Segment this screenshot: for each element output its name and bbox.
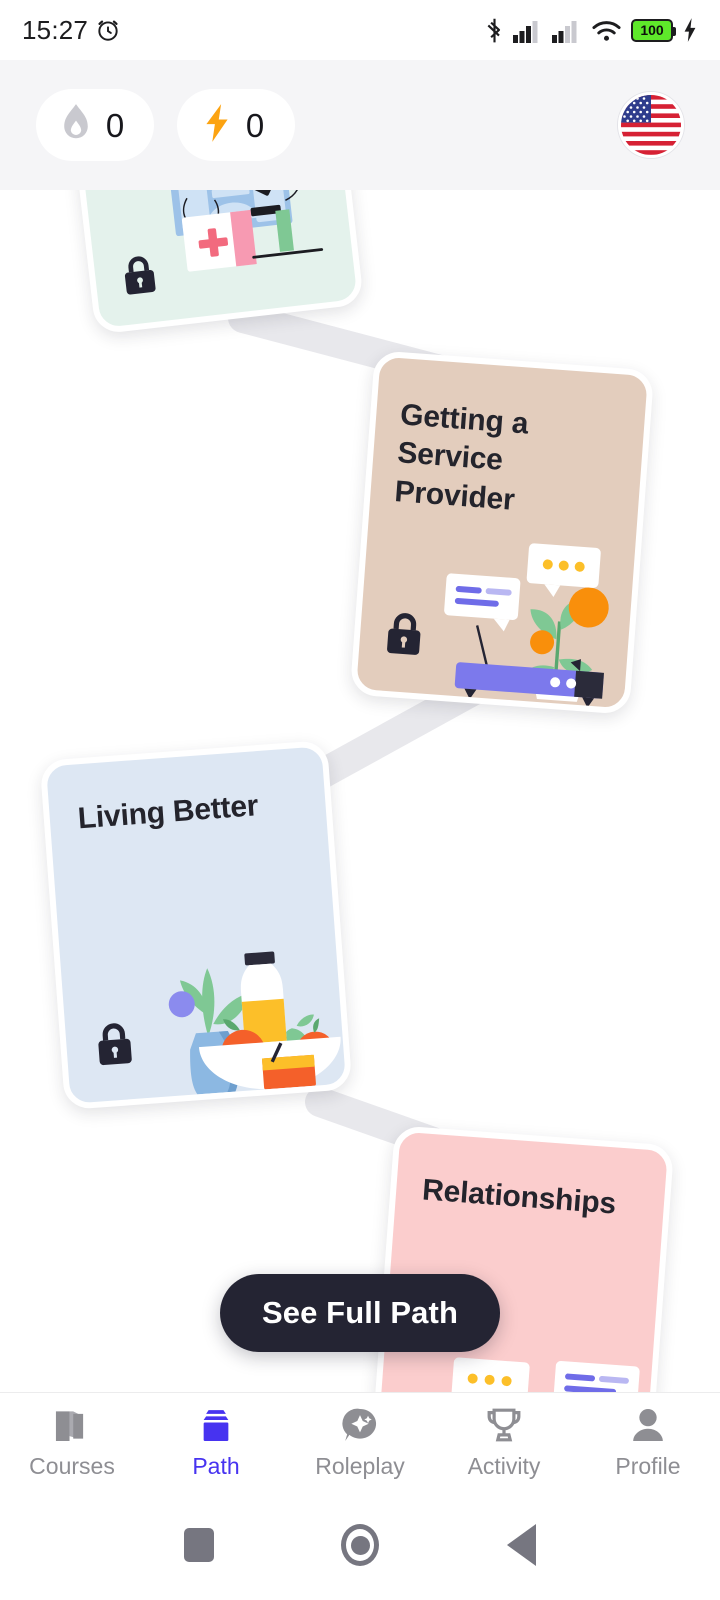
nav-label: Roleplay	[315, 1452, 405, 1479]
energy-chip[interactable]: 0	[177, 89, 295, 161]
person-icon	[627, 1404, 669, 1446]
nav-label: Path	[192, 1452, 240, 1479]
nav-label: Courses	[29, 1452, 115, 1479]
app-header: 0 0	[0, 60, 720, 190]
padlock-locked-icon	[119, 252, 160, 303]
nav-label: Activity	[467, 1452, 541, 1479]
circle-home-icon[interactable]	[341, 1524, 380, 1566]
status-bar-left: 15:27	[22, 15, 121, 46]
nav-item-roleplay[interactable]: Roleplay	[288, 1404, 432, 1480]
chat-bubbles-plant-bench-illustration	[444, 543, 609, 708]
cellular-signal-icon	[513, 18, 543, 43]
chat-bubbles-two-birds-illustration	[451, 1357, 640, 1392]
status-bar-clock: 15:27	[22, 14, 89, 45]
learning-path-canvas[interactable]: Getting a Service Provider Living Better…	[0, 190, 720, 1392]
padlock-locked-icon	[93, 1020, 137, 1074]
nav-label: Profile	[615, 1452, 681, 1479]
square-recents-icon[interactable]	[183, 1528, 214, 1562]
nav-item-profile[interactable]: Profile	[576, 1404, 720, 1480]
lightning-bolt-icon	[202, 103, 232, 148]
trophy-icon	[483, 1404, 525, 1446]
charging-bolt-icon	[682, 17, 698, 43]
wifi-icon	[591, 18, 622, 43]
nav-item-courses[interactable]: Courses	[0, 1404, 144, 1480]
us-flag-avatar[interactable]	[618, 92, 684, 158]
triangle-back-icon[interactable]	[507, 1524, 537, 1566]
streak-value: 0	[105, 106, 125, 144]
status-badge: 100	[631, 18, 676, 42]
system-navigation-bar	[0, 1490, 720, 1600]
path-card-title: Relationships	[421, 1173, 618, 1221]
header-stat-chips: 0 0	[36, 89, 295, 161]
padlock-locked-icon	[382, 610, 426, 664]
path-card-service-provider[interactable]: Getting a Service Provider	[349, 350, 655, 715]
nav-item-path[interactable]: Path	[144, 1404, 288, 1480]
flame-icon	[60, 103, 92, 148]
status-bar-right: 100	[485, 17, 698, 44]
path-card-title: Living Better	[76, 789, 260, 836]
bottom-navigation: Courses Path Roleplay Activity Profile	[0, 1392, 720, 1490]
cellular-signal-icon	[552, 18, 582, 43]
streak-chip[interactable]: 0	[36, 89, 154, 161]
path-card-title: Getting a Service Provider	[393, 398, 530, 517]
path-card-living-better[interactable]: Living Better	[39, 739, 353, 1111]
see-full-path-button[interactable]: See Full Path	[220, 1274, 500, 1352]
book-icon	[51, 1404, 93, 1446]
bluetooth-icon	[485, 17, 504, 44]
chat-sparkle-icon	[339, 1404, 381, 1446]
vase-plant-fruit-bowl-bottle-illustration	[168, 951, 341, 1095]
energy-value: 0	[245, 106, 265, 144]
nav-item-activity[interactable]: Activity	[432, 1404, 576, 1480]
status-bar: 15:27 100	[0, 0, 720, 60]
alarm-clock-icon	[95, 17, 121, 43]
layers-stack-icon	[195, 1404, 237, 1446]
